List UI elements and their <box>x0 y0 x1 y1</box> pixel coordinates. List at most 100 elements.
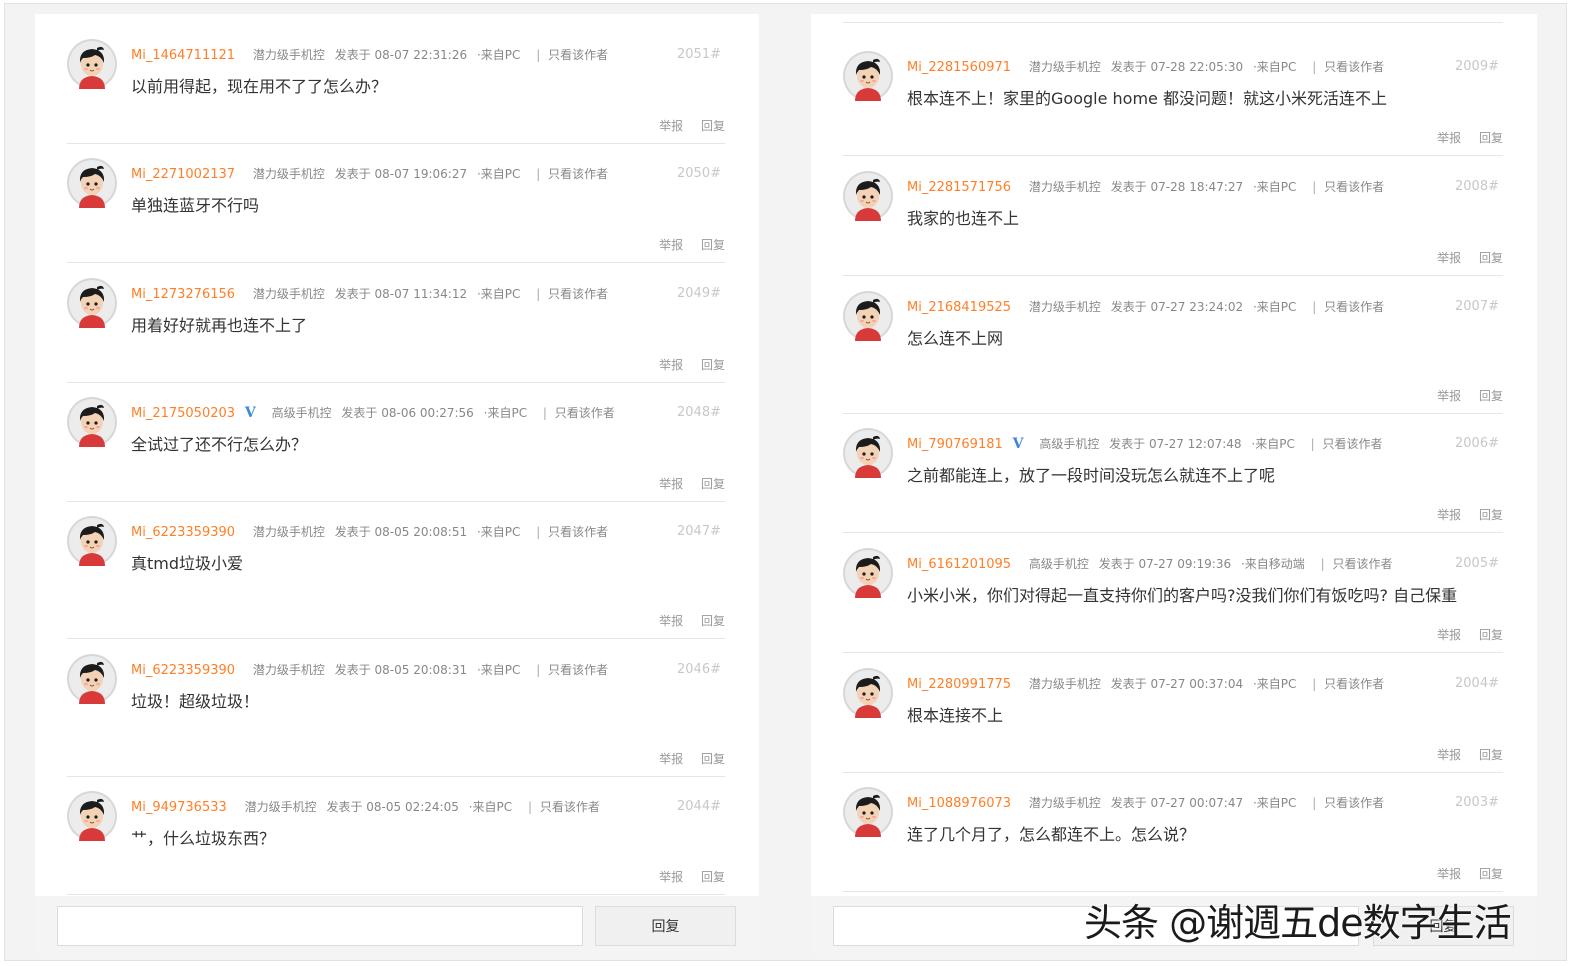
username-link[interactable]: Mi_1273276156 <box>131 287 235 302</box>
reply-link[interactable]: 回复 <box>1479 251 1503 265</box>
avatar[interactable] <box>843 428 893 478</box>
list-item: Mi_6223359390 潜力级手机控 发表于 08-05 20:08:31 … <box>67 654 725 777</box>
username-link[interactable]: Mi_2175050203 <box>131 406 235 421</box>
username-link[interactable]: Mi_2281560971 <box>907 60 1011 75</box>
reply-link[interactable]: 回复 <box>701 752 725 766</box>
username-link[interactable]: Mi_1088976073 <box>907 796 1011 811</box>
separator: | <box>1320 557 1325 571</box>
report-link[interactable]: 举报 <box>659 477 683 491</box>
only-author-link[interactable]: 只看该作者 <box>555 406 615 420</box>
floor-number: 2050# <box>677 166 721 181</box>
reply-link[interactable]: 回复 <box>1479 131 1503 145</box>
reply-link[interactable]: 回复 <box>701 119 725 133</box>
only-author-link[interactable]: 只看该作者 <box>548 167 608 181</box>
avatar[interactable] <box>843 787 893 837</box>
avatar[interactable] <box>67 654 117 704</box>
username-link[interactable]: Mi_6223359390 <box>131 663 235 678</box>
only-author-link[interactable]: 只看该作者 <box>1324 796 1384 810</box>
username-link[interactable]: Mi_1464711121 <box>131 48 235 63</box>
report-link[interactable]: 举报 <box>1437 628 1461 642</box>
reply-link[interactable]: 回复 <box>701 477 725 491</box>
only-author-link[interactable]: 只看该作者 <box>1324 300 1384 314</box>
report-link[interactable]: 举报 <box>1437 251 1461 265</box>
only-author-link[interactable]: 只看该作者 <box>548 525 608 539</box>
report-link[interactable]: 举报 <box>659 358 683 372</box>
report-link[interactable]: 举报 <box>1437 867 1461 881</box>
report-link[interactable]: 举报 <box>659 752 683 766</box>
only-author-link[interactable]: 只看该作者 <box>540 800 600 814</box>
report-link[interactable]: 举报 <box>659 238 683 252</box>
post-actions: 举报 回复 <box>645 356 725 373</box>
post-source: ·来自移动端 <box>1240 557 1305 571</box>
post-source: ·来自PC <box>476 663 521 677</box>
post-actions: 举报 回复 <box>1423 387 1503 404</box>
post-meta: Mi_1273276156 潜力级手机控 发表于 08-07 11:34:12 … <box>131 286 614 303</box>
username-link[interactable]: Mi_6223359390 <box>131 525 235 540</box>
report-link[interactable]: 举报 <box>659 119 683 133</box>
only-author-link[interactable]: 只看该作者 <box>1324 180 1384 194</box>
only-author-link[interactable]: 只看该作者 <box>548 287 608 301</box>
floor-number: 2005# <box>1455 556 1499 571</box>
reply-input[interactable] <box>57 906 583 946</box>
avatar[interactable] <box>843 668 893 718</box>
avatar[interactable] <box>67 158 117 208</box>
avatar[interactable] <box>843 548 893 598</box>
avatar[interactable] <box>67 516 117 566</box>
post-meta: Mi_6161201095 高级手机控 发表于 07-27 09:19:36 ·… <box>907 556 1399 573</box>
post-source: ·来自PC <box>1252 796 1297 810</box>
list-item: Mi_2175050203 V 高级手机控 发表于 08-06 00:27:56… <box>67 397 725 502</box>
avatar[interactable] <box>67 791 117 841</box>
reply-link[interactable]: 回复 <box>1479 748 1503 762</box>
post-meta: Mi_6223359390 潜力级手机控 发表于 08-05 20:08:51 … <box>131 524 614 541</box>
username-link[interactable]: Mi_949736533 <box>131 800 227 815</box>
reply-link[interactable]: 回复 <box>1479 508 1503 522</box>
report-link[interactable]: 举报 <box>659 614 683 628</box>
reply-link[interactable]: 回复 <box>701 614 725 628</box>
report-link[interactable]: 举报 <box>1437 508 1461 522</box>
avatar[interactable] <box>67 39 117 89</box>
user-level: 潜力级手机控 <box>1028 300 1101 314</box>
post-time: 发表于 07-27 23:24:02 <box>1110 300 1244 314</box>
reply-link[interactable]: 回复 <box>701 238 725 252</box>
only-author-link[interactable]: 只看该作者 <box>1324 60 1384 74</box>
post-meta: Mi_1464711121 潜力级手机控 发表于 08-07 22:31:26 … <box>131 47 614 64</box>
username-link[interactable]: Mi_2271002137 <box>131 167 235 182</box>
post-content: 以前用得起，现在用不了了怎么办？ <box>131 77 388 96</box>
only-author-link[interactable]: 只看该作者 <box>1324 677 1384 691</box>
username-link[interactable]: Mi_2280991775 <box>907 677 1011 692</box>
reply-link[interactable]: 回复 <box>1479 389 1503 403</box>
avatar[interactable] <box>67 397 117 447</box>
avatar[interactable] <box>843 51 893 101</box>
post-time: 发表于 08-05 20:08:31 <box>334 663 468 677</box>
user-level: 潜力级手机控 <box>244 800 317 814</box>
divider <box>67 501 725 502</box>
username-link[interactable]: Mi_2281571756 <box>907 180 1011 195</box>
username-link[interactable]: Mi_2168419525 <box>907 300 1011 315</box>
list-item: Mi_1088976073 潜力级手机控 发表于 07-27 00:07:47 … <box>843 787 1503 892</box>
separator: | <box>536 525 541 539</box>
report-link[interactable]: 举报 <box>1437 748 1461 762</box>
username-link[interactable]: Mi_6161201095 <box>907 557 1011 572</box>
divider <box>843 532 1503 533</box>
username-link[interactable]: Mi_790769181 <box>907 437 1003 452</box>
avatar[interactable] <box>843 291 893 341</box>
only-author-link[interactable]: 只看该作者 <box>1323 437 1383 451</box>
post-content: 根本连不上！家里的Google home 都没问题！就这小米死活连不上 <box>907 89 1387 108</box>
reply-submit-button[interactable]: 回复 <box>595 906 736 946</box>
avatar[interactable] <box>67 278 117 328</box>
report-link[interactable]: 举报 <box>659 870 683 884</box>
reply-link[interactable]: 回复 <box>1479 628 1503 642</box>
avatar[interactable] <box>843 171 893 221</box>
screenshot-frame: Mi_1464711121 潜力级手机控 发表于 08-07 22:31:26 … <box>4 3 1567 961</box>
divider <box>67 894 725 895</box>
report-link[interactable]: 举报 <box>1437 131 1461 145</box>
reply-link[interactable]: 回复 <box>701 358 725 372</box>
post-meta: Mi_2175050203 V 高级手机控 发表于 08-06 00:27:56… <box>131 405 621 422</box>
only-author-link[interactable]: 只看该作者 <box>548 48 608 62</box>
reply-link[interactable]: 回复 <box>1479 867 1503 881</box>
only-author-link[interactable]: 只看该作者 <box>1332 557 1392 571</box>
report-link[interactable]: 举报 <box>1437 389 1461 403</box>
right-thread-panel: Mi_2281560971 潜力级手机控 发表于 07-28 22:05:30 … <box>811 14 1537 958</box>
reply-link[interactable]: 回复 <box>701 870 725 884</box>
only-author-link[interactable]: 只看该作者 <box>548 663 608 677</box>
